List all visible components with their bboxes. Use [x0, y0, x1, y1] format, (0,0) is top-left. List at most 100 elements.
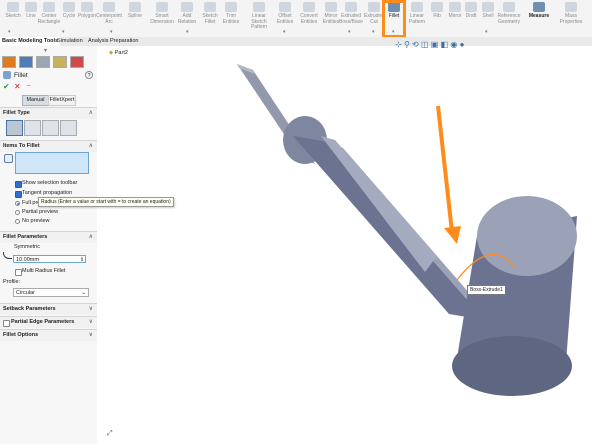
fillet-icon [3, 71, 11, 79]
help-button[interactable]: ? [85, 71, 93, 79]
chevron-down-icon[interactable]: ▾ [485, 29, 488, 35]
chevron-down-icon[interactable]: ▾ [283, 29, 286, 35]
graphics-viewport[interactable]: ◆ Part2 ⊹ ⚲ ⟲ ◫ ▣ ◧ ◉ ● Boss-Extrude1 ⤢ [97, 40, 592, 444]
panel-title: Fillet [14, 72, 28, 79]
expand-chevron-icon: ∨ [88, 319, 93, 325]
dimxpert-tab-icon[interactable] [53, 56, 67, 68]
part-model [237, 64, 577, 396]
extrude-cut-icon [368, 2, 380, 12]
mass-properties-tool[interactable]: Mass Properties [556, 1, 586, 25]
chevron-down-icon[interactable]: ▾ [62, 29, 65, 35]
full-round-fillet-icon[interactable] [60, 120, 77, 136]
offset-entities-tool[interactable]: Offset Entities [272, 1, 298, 25]
items-to-fillet-selection-box[interactable] [15, 152, 89, 174]
polygon-icon [81, 2, 93, 12]
edges-selection-icon [4, 154, 13, 163]
cancel-button[interactable]: ✕ [14, 82, 21, 91]
cylinder-end-face [477, 196, 577, 276]
keep-visible-button[interactable]: ⇔ [26, 83, 32, 89]
linear-sketch-pattern-tool[interactable]: Linear Sketch Pattern [246, 1, 272, 31]
fillet-property-manager: ▾ Fillet ? ✔ ✕ ⇔ Manual FilletXpert Fill… [0, 46, 98, 444]
show-selection-toolbar-label: Show selection toolbar [22, 180, 78, 186]
fillet-highlight-box [382, 0, 406, 38]
profile-label: Profile: [3, 279, 21, 285]
spline-tool[interactable]: Spline [122, 1, 148, 20]
shell-icon [482, 2, 494, 12]
radius-tooltip: Radius (Enter a value or start with = to… [38, 197, 174, 207]
spinner-icon[interactable]: ⇕ [80, 256, 84, 264]
mass-properties-icon [565, 2, 577, 12]
fillet-type-section-header[interactable]: Fillet Type ∧ [0, 107, 97, 119]
sketch-pattern-icon [253, 2, 265, 12]
items-to-fillet-section-header[interactable]: Items To Fillet ∧ [0, 140, 97, 152]
tangent-propagation-label: Tangent propagation [22, 190, 73, 196]
sketch-fillet-icon [204, 2, 216, 12]
dimension-icon [156, 2, 168, 12]
ok-button[interactable]: ✔ [3, 82, 10, 91]
property-manager-tab-icon[interactable] [19, 56, 33, 68]
chevron-down-icon[interactable]: ▾ [372, 29, 375, 35]
partial-edge-parameters-section-header[interactable]: Partial Edge Parameters ∨ [0, 316, 97, 328]
trim-entities-tool[interactable]: Trim Entities [218, 1, 244, 25]
expand-chevron-icon: ∨ [88, 306, 93, 312]
spline-icon [129, 2, 141, 12]
tab-basic-modeling-tools[interactable]: Basic Modeling Tools [0, 37, 61, 46]
radius-icon [3, 252, 12, 259]
measure-tool[interactable]: Measure [526, 1, 552, 20]
centerpoint-arc-tool[interactable]: Centerpoint Arc [96, 1, 122, 25]
offset-icon [279, 2, 291, 12]
expand-chevron-icon: ∨ [88, 332, 93, 338]
triad-icon: ⤢ [107, 430, 113, 437]
face-fillet-icon[interactable] [42, 120, 59, 136]
partial-edge-checkbox[interactable] [3, 320, 10, 327]
no-preview-radio[interactable] [15, 219, 20, 224]
fillet-options-section-header[interactable]: Fillet Options ∨ [0, 329, 97, 341]
collapse-chevron-icon: ∧ [88, 110, 93, 116]
constant-size-fillet-icon[interactable] [6, 120, 23, 136]
variable-size-fillet-icon[interactable] [24, 120, 41, 136]
fillet-method-select[interactable]: Symmetric [14, 244, 40, 250]
chevron-down-icon[interactable]: ▾ [8, 29, 11, 35]
rectangle-icon [43, 2, 55, 12]
setback-parameters-section-header[interactable]: Setback Parameters ∨ [0, 303, 97, 315]
edge-tag: Boss-Extrude1 [467, 285, 506, 295]
tab-simulation[interactable]: Simulation [55, 37, 85, 46]
command-ribbon: Sketch Line Center Rectangle Cycle Polyg… [0, 0, 592, 38]
collapse-chevron-icon: ∧ [88, 234, 93, 240]
tab-filletxpert[interactable]: FilletXpert [48, 95, 76, 106]
reference-geometry-tool[interactable]: Reference Geometry [496, 1, 522, 25]
no-preview-label: No preview [22, 218, 50, 224]
configuration-manager-tab-icon[interactable] [36, 56, 50, 68]
extrude-boss-icon [345, 2, 357, 12]
display-manager-tab-icon[interactable] [70, 56, 84, 68]
trim-icon [225, 2, 237, 12]
linear-pattern-icon [411, 2, 423, 12]
fillet-parameters-section-header[interactable]: Fillet Parameters ∧ [0, 231, 97, 243]
full-preview-radio[interactable] [15, 201, 20, 206]
panel-collapse-handle[interactable]: ▾ [44, 47, 47, 54]
callout-arrow-head [444, 226, 461, 244]
collapse-chevron-icon: ∧ [88, 143, 93, 149]
show-selection-toolbar-checkbox[interactable] [15, 181, 22, 188]
chevron-down-icon[interactable]: ▾ [348, 29, 351, 35]
measure-icon [533, 2, 545, 12]
feature-manager-tab-icon[interactable] [2, 56, 16, 68]
radius-input[interactable]: 10.00mm ⇕ [13, 255, 86, 263]
chevron-down-icon[interactable]: ▾ [110, 29, 113, 35]
tangent-propagation-checkbox[interactable] [15, 191, 22, 198]
convert-icon [303, 2, 315, 12]
partial-preview-label: Partial preview [22, 209, 59, 215]
chevron-down-icon: ⌄ [81, 290, 86, 296]
smart-dimension-tool[interactable]: Smart Dimension [149, 1, 175, 25]
chevron-down-icon[interactable]: ▾ [186, 29, 189, 35]
mirror-entities-icon [325, 2, 337, 12]
reference-geometry-icon [503, 2, 515, 12]
tab-manual[interactable]: Manual [22, 95, 49, 106]
tab-analysis-preparation[interactable]: Analysis Preparation [86, 37, 140, 46]
partial-preview-radio[interactable] [15, 210, 20, 215]
multi-radius-fillet-checkbox[interactable] [15, 269, 22, 276]
callout-arrow-shaft [436, 105, 454, 233]
profile-select[interactable]: Circular ⌄ [13, 288, 89, 297]
arc-icon [103, 2, 115, 12]
cylinder-bottom [452, 336, 572, 396]
